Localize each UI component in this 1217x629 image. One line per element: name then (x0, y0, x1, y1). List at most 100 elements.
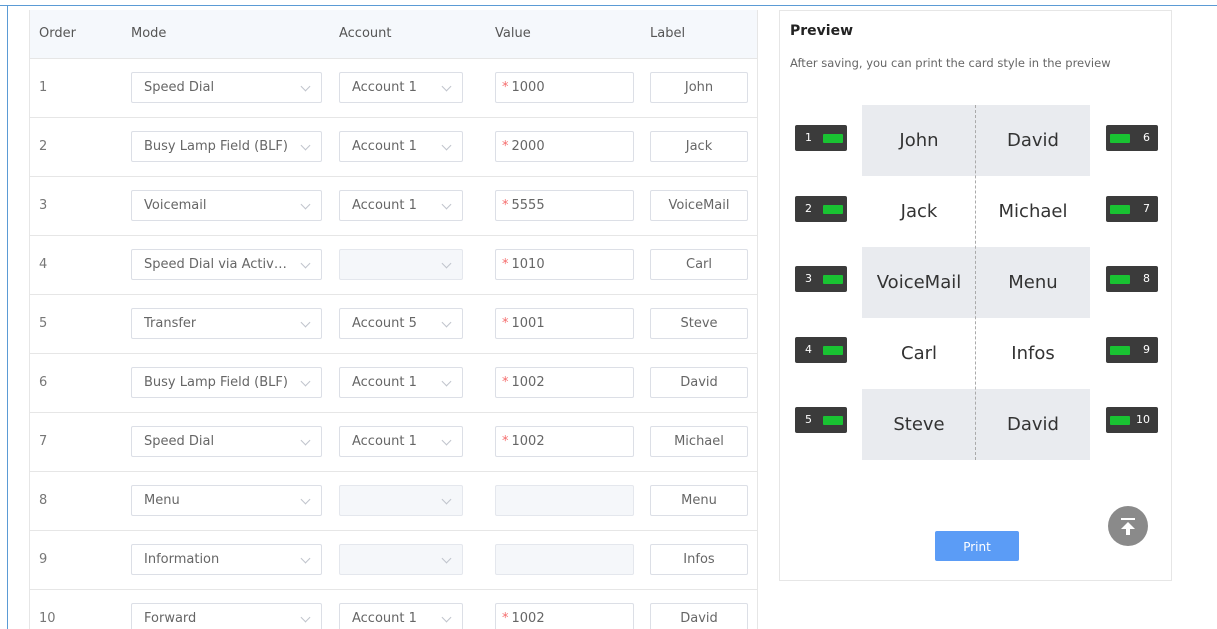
key-number: 8 (1143, 272, 1150, 285)
label-input[interactable]: John (650, 72, 748, 103)
label-text: Michael (674, 434, 724, 449)
card-label-left: Carl (901, 343, 937, 364)
order-cell: 2 (39, 139, 48, 154)
card-label-right: David (976, 389, 1090, 460)
account-value: Account 5 (352, 316, 417, 331)
mode-select[interactable]: Information (131, 544, 322, 575)
led-icon (823, 346, 843, 355)
led-icon (823, 205, 843, 214)
line-key-right: 7 (1106, 196, 1158, 222)
key-number: 4 (805, 343, 812, 356)
card-label-left: VoiceMail (862, 247, 976, 318)
label-input[interactable]: Michael (650, 426, 748, 457)
mode-value: Speed Dial (144, 80, 215, 95)
led-icon (1110, 275, 1130, 284)
key-card: David Infos Menu Michael David Steve Carl Voice… (862, 105, 1090, 460)
chevron-down-icon (441, 258, 452, 269)
value-input (495, 544, 634, 575)
table-body: 1 Speed Dial Account 1 * 1000 John 2 Busy Lamp … (30, 59, 757, 629)
account-select (339, 249, 463, 280)
preview-subtitle: After saving, you can print the card sty… (790, 56, 1111, 70)
account-select[interactable]: Account 1 (339, 131, 463, 162)
value-text: 1002 (511, 611, 545, 626)
label-input[interactable]: Carl (650, 249, 748, 280)
account-select[interactable]: Account 1 (339, 426, 463, 457)
table-row: 5 Transfer Account 5 * 1001 Steve (30, 295, 757, 354)
table-row: 9 Information Infos (30, 531, 757, 590)
key-number: 5 (805, 413, 812, 426)
key-number: 10 (1136, 413, 1150, 426)
value-text: 1001 (511, 316, 545, 331)
print-button[interactable]: Print (935, 531, 1019, 561)
card-label-right: Menu (976, 247, 1090, 318)
required-mark: * (502, 375, 509, 390)
chevron-down-icon (441, 317, 452, 328)
table-row: 10 Forward Account 1 * 1002 David (30, 590, 757, 629)
value-input[interactable]: * 1010 (495, 249, 634, 280)
account-select[interactable]: Account 1 (339, 190, 463, 221)
value-input[interactable]: * 1002 (495, 603, 634, 629)
mode-value: Transfer (144, 316, 197, 331)
value-text: 1002 (511, 434, 545, 449)
mode-select[interactable]: Speed Dial via Active... (131, 249, 322, 280)
order-cell: 1 (39, 80, 48, 95)
header-mode: Mode (131, 26, 167, 41)
line-key-left: 5 (795, 407, 847, 433)
value-text: 1010 (511, 257, 545, 272)
value-text: 1002 (511, 375, 545, 390)
mode-select[interactable]: Menu (131, 485, 322, 516)
label-input[interactable]: Steve (650, 308, 748, 339)
key-number: 2 (805, 202, 812, 215)
chevron-down-icon (300, 553, 311, 564)
label-input[interactable]: VoiceMail (650, 190, 748, 221)
value-input[interactable]: * 1001 (495, 308, 634, 339)
order-cell: 3 (39, 198, 48, 213)
header-order: Order (39, 26, 76, 41)
account-select[interactable]: Account 1 (339, 72, 463, 103)
chevron-down-icon (300, 140, 311, 151)
account-select[interactable]: Account 5 (339, 308, 463, 339)
value-input[interactable]: * 2000 (495, 131, 634, 162)
card-divider (975, 105, 976, 460)
mode-value: Forward (144, 611, 197, 626)
led-icon (823, 275, 843, 284)
mode-select[interactable]: Voicemail (131, 190, 322, 221)
chevron-down-icon (441, 81, 452, 92)
preview-title: Preview (790, 23, 854, 39)
label-input[interactable]: Menu (650, 485, 748, 516)
chevron-down-icon (441, 376, 452, 387)
required-mark: * (502, 139, 509, 154)
value-input[interactable]: * 1002 (495, 367, 634, 398)
card-label-right: David (976, 105, 1090, 176)
value-input[interactable]: * 5555 (495, 190, 634, 221)
back-to-top-icon[interactable] (1108, 506, 1148, 546)
label-input[interactable]: Infos (650, 544, 748, 575)
label-text: Infos (683, 552, 715, 567)
table-row: 4 Speed Dial via Active... * 1010 Carl (30, 236, 757, 295)
label-text: Carl (686, 257, 712, 272)
mode-select[interactable]: Speed Dial (131, 72, 322, 103)
label-input[interactable]: Jack (650, 131, 748, 162)
key-number: 6 (1143, 131, 1150, 144)
value-text: 2000 (511, 139, 545, 154)
mode-select[interactable]: Busy Lamp Field (BLF) (131, 367, 322, 398)
mode-select[interactable]: Transfer (131, 308, 322, 339)
led-icon (823, 416, 843, 425)
mode-value: Voicemail (144, 198, 207, 213)
mode-select[interactable]: Speed Dial (131, 426, 322, 457)
account-select[interactable]: Account 1 (339, 603, 463, 629)
value-input[interactable]: * 1002 (495, 426, 634, 457)
account-value: Account 1 (352, 375, 417, 390)
label-text: David (680, 611, 718, 626)
chevron-down-icon (300, 612, 311, 623)
mode-select[interactable]: Forward (131, 603, 322, 629)
label-input[interactable]: David (650, 367, 748, 398)
mpk-table: Order Mode Account Value Label 1 Speed Di… (29, 10, 758, 629)
value-input[interactable]: * 1000 (495, 72, 634, 103)
account-select[interactable]: Account 1 (339, 367, 463, 398)
required-mark: * (502, 434, 509, 449)
label-input[interactable]: David (650, 603, 748, 629)
led-icon (1110, 205, 1130, 214)
mode-value: Information (144, 552, 220, 567)
mode-select[interactable]: Busy Lamp Field (BLF) (131, 131, 322, 162)
